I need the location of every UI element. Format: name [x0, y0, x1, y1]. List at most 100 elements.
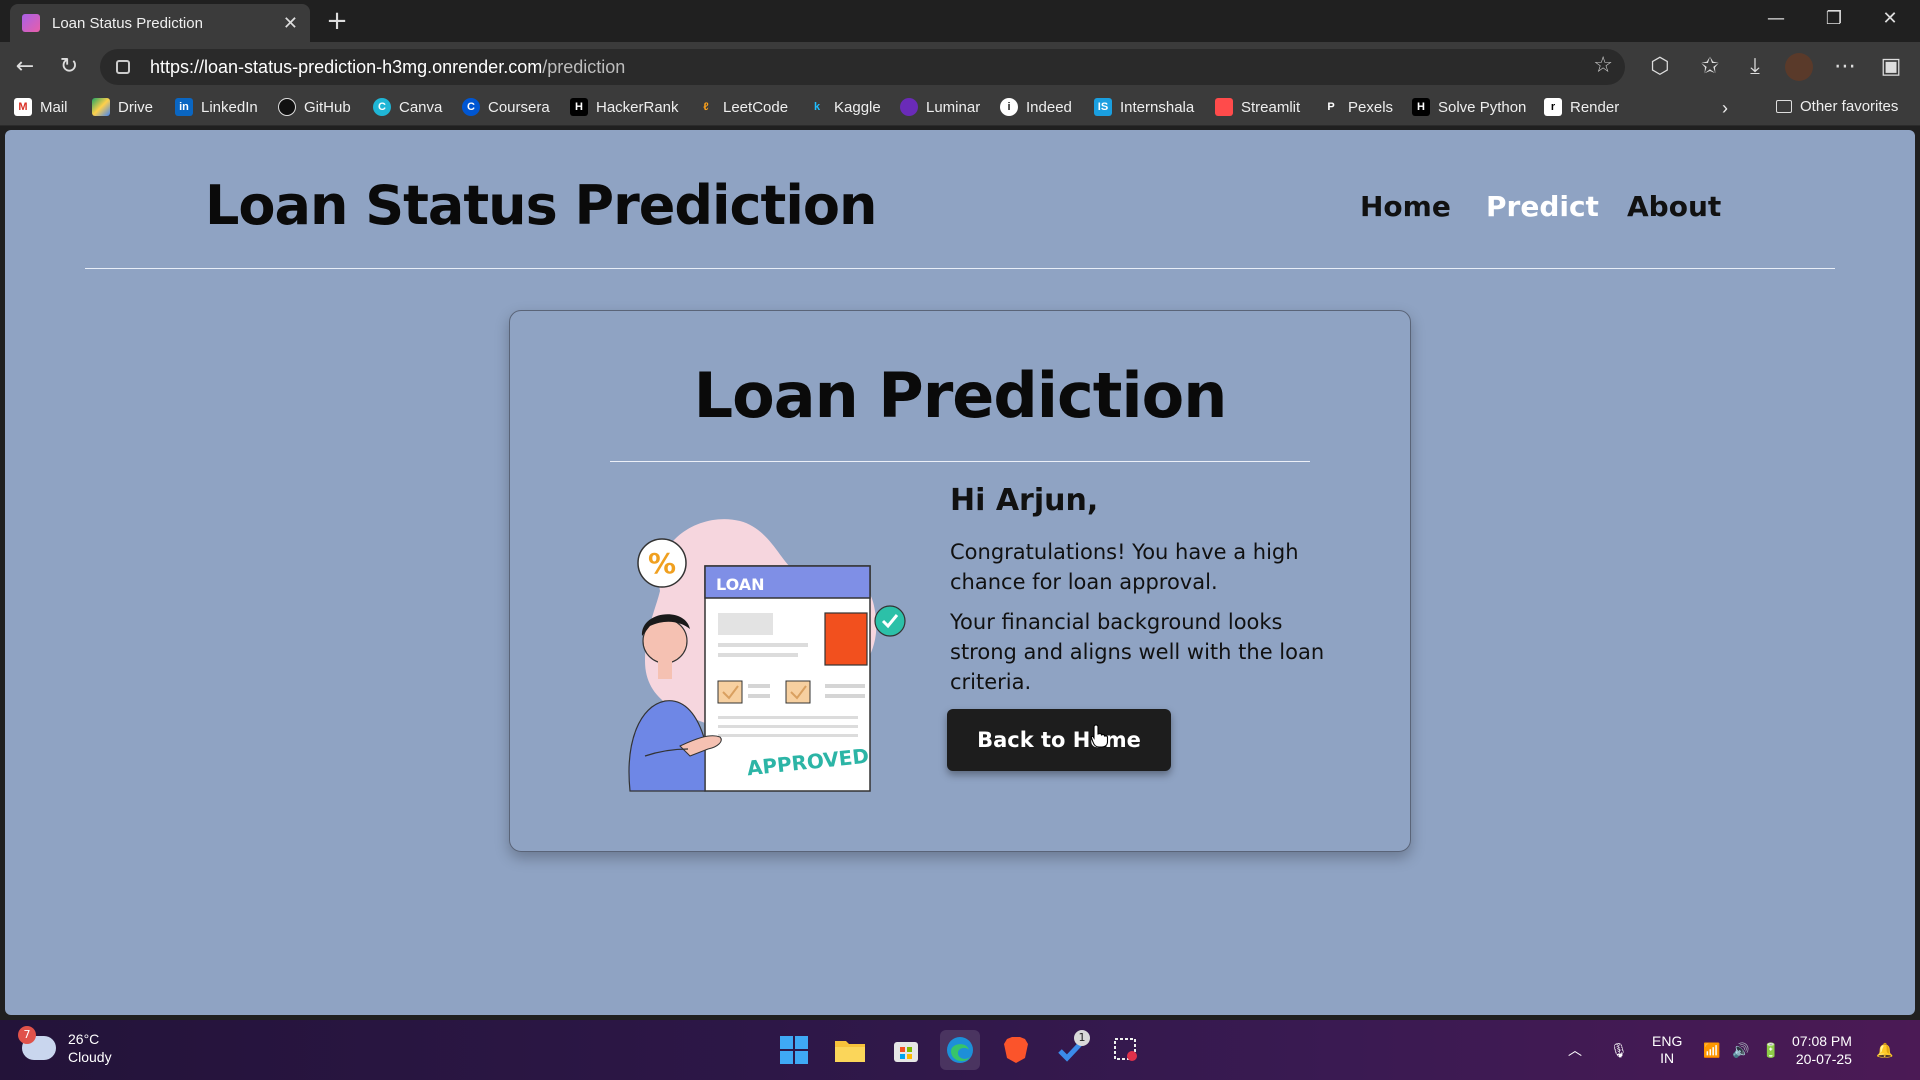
browser-tab[interactable]: Loan Status Prediction ✕: [10, 4, 310, 42]
notifications-icon[interactable]: 🔔: [1876, 1020, 1893, 1080]
canva-icon: C: [373, 98, 391, 116]
page-viewport: Loan Status Prediction Home Predict Abou…: [5, 130, 1915, 1015]
windows-logo-icon: [780, 1036, 808, 1064]
doc-header: LOAN: [716, 575, 765, 594]
back-icon[interactable]: ←: [10, 52, 40, 82]
clock[interactable]: 07:08 PM 20-07-25: [1792, 1032, 1852, 1068]
edge-button[interactable]: [940, 1030, 980, 1070]
percent-badge: %: [648, 547, 676, 580]
start-button[interactable]: [774, 1030, 814, 1070]
kaggle-icon: k: [813, 101, 821, 113]
result-card: Loan Prediction % LOAN APPROVED Hi Arjun…: [509, 310, 1411, 852]
profile-avatar[interactable]: [1785, 53, 1813, 81]
internshala-icon: IS: [1094, 98, 1112, 116]
bookmark-coursera[interactable]: C Coursera: [462, 98, 550, 116]
url-text: https://loan-status-prediction-h3mg.onre…: [150, 56, 626, 77]
bookmark-drive[interactable]: Drive: [92, 98, 153, 116]
bookmark-canva[interactable]: C Canva: [373, 98, 442, 116]
close-tab-icon[interactable]: ✕: [283, 13, 298, 34]
volume-icon[interactable]: 🔊: [1732, 1020, 1749, 1080]
drive-icon: [92, 98, 110, 116]
gmail-icon: M: [14, 98, 32, 116]
tab-title: Loan Status Prediction: [52, 14, 203, 32]
luminar-icon: [900, 98, 918, 116]
bookmark-github[interactable]: GitHub: [278, 98, 351, 116]
bookmark-leetcode[interactable]: ℓ LeetCode: [697, 98, 788, 116]
todo-button[interactable]: 1: [1052, 1030, 1092, 1070]
brave-button[interactable]: [996, 1030, 1036, 1070]
hackerrank-icon: H: [570, 98, 588, 116]
bookmark-render[interactable]: r Render: [1544, 98, 1619, 116]
other-favorites[interactable]: Other favorites: [1776, 98, 1898, 115]
header-divider: [85, 268, 1835, 269]
bookmark-indeed[interactable]: i Indeed: [1000, 98, 1072, 116]
nav-predict[interactable]: Predict: [1486, 190, 1599, 223]
weather-badge: 7: [18, 1026, 36, 1044]
bookmarks-overflow-chevron-icon[interactable]: ›: [1722, 98, 1728, 119]
reload-icon[interactable]: ↻: [54, 52, 84, 82]
pexels-icon: P: [1327, 101, 1335, 113]
result-explanation: Your financial background looks strong a…: [950, 610, 1325, 694]
back-to-home-button[interactable]: Back to Home: [947, 709, 1171, 771]
bookmarks-bar: M Mail Drive in LinkedIn GitHub C Canva C Co…: [0, 92, 1920, 126]
nav-home[interactable]: Home: [1360, 190, 1451, 223]
indeed-icon: i: [1000, 98, 1018, 116]
folder-icon: [1776, 100, 1792, 113]
hand-cursor-icon: [1090, 724, 1109, 748]
cloud-icon: 7: [18, 1026, 56, 1060]
favorites-icon[interactable]: ✩: [1695, 52, 1725, 82]
weather-desc: Cloudy: [68, 1049, 112, 1065]
bookmark-streamlit[interactable]: Streamlit: [1215, 98, 1300, 116]
hackerrank-python-icon: H: [1412, 98, 1430, 116]
card-divider: [610, 461, 1310, 462]
close-window-icon[interactable]: ✕: [1870, 8, 1910, 29]
battery-icon[interactable]: 🔋: [1762, 1020, 1779, 1080]
linkedin-icon: in: [175, 98, 193, 116]
file-explorer-button[interactable]: [830, 1030, 870, 1070]
tray-overflow-chevron-icon[interactable]: ︿: [1568, 1020, 1582, 1080]
browser-titlebar: Loan Status Prediction ✕ + — ❐ ✕: [0, 0, 1920, 42]
github-icon: [278, 98, 296, 116]
weather-temp: 26°C: [68, 1031, 100, 1047]
streamlit-icon: [1215, 98, 1233, 116]
browser-toolbar: ← ↻ https://loan-status-prediction-h3mg.…: [0, 42, 1920, 92]
snipping-tool-button[interactable]: [1106, 1030, 1146, 1070]
edge-icon: [947, 1037, 973, 1063]
brave-icon: [1004, 1037, 1028, 1063]
downloads-icon[interactable]: ⤓: [1740, 52, 1770, 82]
render-icon: r: [1544, 98, 1562, 116]
bookmark-kaggle[interactable]: k Kaggle: [808, 98, 881, 116]
todo-badge: 1: [1074, 1030, 1090, 1046]
wifi-icon[interactable]: 📶: [1703, 1020, 1720, 1080]
bookmark-hackerrank[interactable]: H HackerRank: [570, 98, 679, 116]
leetcode-icon: ℓ: [703, 101, 709, 113]
minimize-icon[interactable]: —: [1756, 8, 1796, 29]
language-indicator[interactable]: ENG IN: [1652, 1020, 1682, 1080]
address-bar[interactable]: https://loan-status-prediction-h3mg.onre…: [100, 49, 1625, 85]
bookmark-pexels[interactable]: P Pexels: [1322, 98, 1393, 116]
extensions-icon[interactable]: ⬡: [1645, 52, 1675, 82]
coursera-icon: C: [462, 98, 480, 116]
new-tab-button[interactable]: +: [322, 6, 352, 36]
favorite-star-icon[interactable]: ☆: [1593, 53, 1613, 78]
snipping-tool-icon: [1114, 1038, 1137, 1061]
store-button[interactable]: [886, 1030, 926, 1070]
tab-favicon-icon: [22, 14, 40, 32]
windows-taskbar: 7 26°C Cloudy 1 ︿ 🎙 ENG IN 📶 🔊 🔋 07:08 P…: [0, 1020, 1920, 1080]
restore-icon[interactable]: ❐: [1814, 8, 1854, 29]
loan-approved-illustration: % LOAN APPROVED: [628, 519, 906, 792]
site-title: Loan Status Prediction: [205, 174, 877, 237]
bookmark-mail[interactable]: M Mail: [14, 98, 68, 116]
bookmark-solve-python[interactable]: H Solve Python: [1412, 98, 1526, 116]
more-menu-icon[interactable]: ⋯: [1830, 52, 1860, 82]
microphone-icon[interactable]: 🎙: [1610, 1020, 1628, 1080]
folder-icon: [835, 1041, 865, 1062]
bookmark-internshala[interactable]: IS Internshala: [1094, 98, 1194, 116]
sidebar-icon[interactable]: ▣: [1876, 52, 1906, 82]
bookmark-linkedin[interactable]: in LinkedIn: [175, 98, 258, 116]
weather-widget[interactable]: 7 26°C Cloudy: [18, 1026, 112, 1066]
nav-about[interactable]: About: [1627, 190, 1721, 223]
site-info-icon[interactable]: [116, 60, 130, 74]
card-title: Loan Prediction: [693, 359, 1228, 432]
bookmark-luminar[interactable]: Luminar: [900, 98, 980, 116]
